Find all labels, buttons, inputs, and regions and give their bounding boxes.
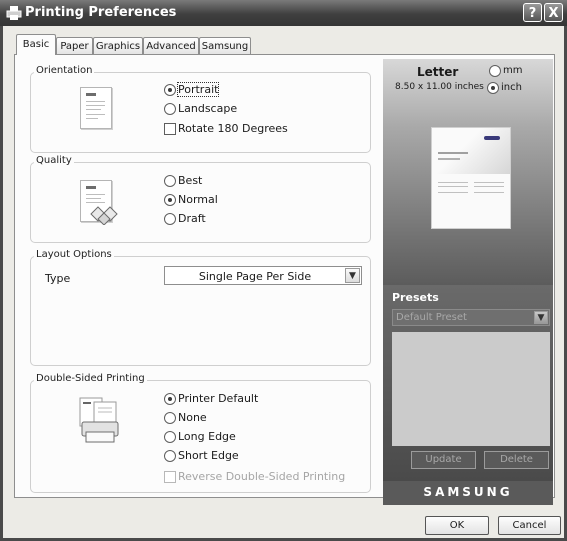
quality-normal-label[interactable]: Normal xyxy=(178,193,218,206)
presets-title: Presets xyxy=(392,291,439,304)
paper-preview-area: Letter 8.50 x 11.00 inches mm inch xyxy=(383,59,553,285)
quality-best-label[interactable]: Best xyxy=(178,174,202,187)
help-button[interactable]: ? xyxy=(523,3,542,22)
duplex-none-radio[interactable] xyxy=(164,412,176,424)
duplex-printer-default-radio[interactable] xyxy=(164,393,176,405)
reverse-duplex-checkbox[interactable] xyxy=(164,471,176,483)
unit-inch-label[interactable]: inch xyxy=(501,82,522,93)
preview-panel: Letter 8.50 x 11.00 inches mm inch Prese… xyxy=(383,59,553,505)
update-preset-button[interactable]: Update xyxy=(411,451,476,469)
portrait-document-icon xyxy=(80,87,112,129)
ok-button[interactable]: OK xyxy=(425,516,489,535)
paper-size: 8.50 x 11.00 inches xyxy=(395,82,484,92)
delete-preset-button[interactable]: Delete xyxy=(484,451,549,469)
portrait-label[interactable]: Portrait xyxy=(176,82,220,97)
paper-thumbnail xyxy=(431,127,511,229)
quality-draft-label[interactable]: Draft xyxy=(178,212,206,225)
tab-paper[interactable]: Paper xyxy=(56,37,93,54)
layout-type-value: Single Page Per Side xyxy=(198,270,312,283)
window-title: Printing Preferences xyxy=(25,5,177,20)
quality-draft-radio[interactable] xyxy=(164,213,176,225)
paper-name: Letter xyxy=(417,65,459,79)
title-bar: Printing Preferences ? X xyxy=(0,0,567,26)
landscape-radio[interactable] xyxy=(164,103,176,115)
double-sided-group-label: Double-Sided Printing xyxy=(34,373,147,384)
unit-mm-label[interactable]: mm xyxy=(503,65,522,76)
quality-normal-radio[interactable] xyxy=(164,194,176,206)
presets-select[interactable]: Default Preset ▼ xyxy=(392,309,550,326)
duplex-none-label[interactable]: None xyxy=(178,411,207,424)
chevron-down-icon[interactable]: ▼ xyxy=(345,268,360,283)
duplex-long-edge-radio[interactable] xyxy=(164,431,176,443)
landscape-label[interactable]: Landscape xyxy=(178,102,237,115)
presets-value: Default Preset xyxy=(396,312,467,323)
layout-options-group-label: Layout Options xyxy=(34,249,114,260)
samsung-logo: SAMSUNG xyxy=(423,485,513,499)
tab-graphics[interactable]: Graphics xyxy=(93,37,143,54)
unit-inch-radio[interactable] xyxy=(487,82,499,94)
reverse-duplex-label[interactable]: Reverse Double-Sided Printing xyxy=(178,470,345,483)
cancel-button[interactable]: Cancel xyxy=(498,516,561,535)
duplex-printer-icon xyxy=(79,397,119,443)
close-button[interactable]: X xyxy=(544,3,563,22)
duplex-short-edge-label[interactable]: Short Edge xyxy=(178,449,239,462)
quality-tiles-icon xyxy=(90,206,118,225)
duplex-long-edge-label[interactable]: Long Edge xyxy=(178,430,236,443)
unit-mm-radio[interactable] xyxy=(489,65,501,77)
chevron-down-icon[interactable]: ▼ xyxy=(534,311,548,324)
layout-type-label: Type xyxy=(45,272,71,285)
rotate-180-checkbox[interactable] xyxy=(164,123,176,135)
portrait-radio[interactable] xyxy=(164,84,176,96)
quality-group-label: Quality xyxy=(34,155,74,166)
layout-type-select[interactable]: Single Page Per Side ▼ xyxy=(164,266,362,285)
tab-samsung[interactable]: Samsung xyxy=(199,37,251,54)
quality-best-radio[interactable] xyxy=(164,175,176,187)
printer-app-icon xyxy=(6,6,22,20)
tab-advanced[interactable]: Advanced xyxy=(143,37,199,54)
rotate-180-label[interactable]: Rotate 180 Degrees xyxy=(178,122,288,135)
tab-basic[interactable]: Basic xyxy=(16,34,56,55)
presets-list[interactable] xyxy=(392,332,550,446)
orientation-group-label: Orientation xyxy=(34,65,95,76)
duplex-short-edge-radio[interactable] xyxy=(164,450,176,462)
duplex-printer-default-label[interactable]: Printer Default xyxy=(178,392,258,405)
